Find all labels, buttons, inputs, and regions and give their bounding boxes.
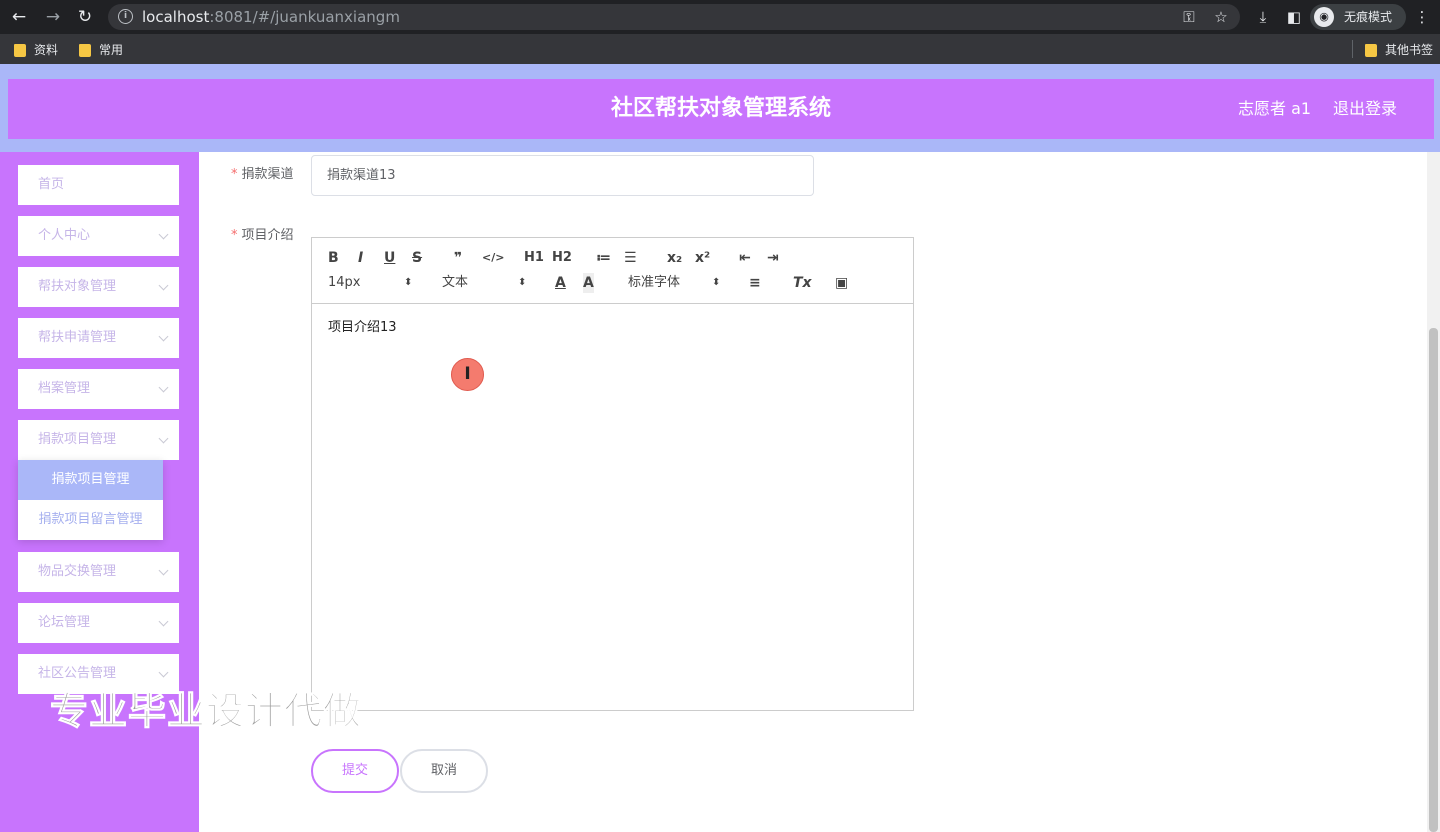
intro-label: * 项目介绍 bbox=[231, 228, 294, 243]
indent-icon[interactable]: ⇥ bbox=[767, 248, 779, 268]
menu-dots-icon[interactable]: ⋮ bbox=[1411, 6, 1433, 28]
address-bar[interactable]: i localhost:8081/#/juankuanxiangm bbox=[108, 4, 1240, 30]
bookmark-folder[interactable]: 常用 bbox=[79, 41, 123, 59]
logout-link[interactable]: 退出登录 bbox=[1333, 79, 1397, 139]
cancel-button[interactable]: 取消 bbox=[400, 749, 488, 793]
bullet-list-icon[interactable]: ☰ bbox=[624, 248, 637, 268]
reload-icon[interactable]: ↻ bbox=[74, 6, 96, 28]
text-cursor-indicator: I bbox=[451, 358, 484, 391]
editor-toolbar: B I U S ❞ </> H1 H2 ≔ ☰ x₂ x² ⇤ ⇥ 14px ⬍… bbox=[312, 238, 913, 304]
incognito-badge[interactable]: ◉ 无痕模式 bbox=[1310, 4, 1406, 30]
forward-icon[interactable]: → bbox=[42, 6, 64, 28]
chevron-down-icon bbox=[158, 280, 169, 291]
align-icon[interactable]: ≡ bbox=[749, 273, 761, 293]
url-host: localhost bbox=[142, 8, 210, 26]
select-arrow-icon: ⬍ bbox=[712, 277, 721, 288]
chevron-down-icon bbox=[158, 229, 169, 240]
select-arrow-icon: ⬍ bbox=[404, 277, 413, 288]
h1-icon[interactable]: H1 bbox=[524, 248, 544, 268]
sidebar-item-home[interactable]: 首页 bbox=[18, 165, 179, 205]
bookmark-divider bbox=[1352, 40, 1353, 58]
incognito-icon: ◉ bbox=[1314, 7, 1334, 27]
sidebar-item-personal[interactable]: 个人中心 bbox=[18, 216, 179, 256]
incognito-label: 无痕模式 bbox=[1344, 10, 1393, 24]
donation-submenu: 捐款项目管理 捐款项目留言管理 bbox=[18, 460, 163, 540]
chevron-down-icon bbox=[158, 382, 169, 393]
editor-content[interactable]: 项目介绍13 bbox=[328, 316, 397, 335]
text-color-icon[interactable]: A bbox=[555, 273, 566, 293]
download-icon[interactable]: ⤓ bbox=[1252, 6, 1274, 28]
background-color-icon[interactable]: A bbox=[583, 273, 594, 293]
chevron-down-icon bbox=[158, 667, 169, 678]
subscript-icon[interactable]: x₂ bbox=[667, 248, 682, 268]
sidebar-item-archives[interactable]: 档案管理 bbox=[18, 369, 179, 409]
italic-icon[interactable]: I bbox=[358, 248, 363, 268]
page-title: 社区帮扶对象管理系统 bbox=[610, 96, 831, 121]
watermark-text: 专业毕业设计代做 bbox=[49, 689, 363, 734]
sidebar-item-donation-projects[interactable]: 捐款项目管理 bbox=[18, 420, 179, 460]
folder-icon bbox=[14, 44, 26, 57]
i-beam-cursor-icon: I bbox=[464, 364, 471, 384]
folder-icon bbox=[79, 44, 91, 57]
blockquote-icon[interactable]: ❞ bbox=[454, 248, 462, 268]
side-panel-icon[interactable]: ◧ bbox=[1283, 6, 1305, 28]
submit-button[interactable]: 提交 bbox=[311, 749, 399, 793]
current-user: 志愿者 a1 bbox=[1238, 99, 1312, 118]
sidebar-item-aid-requests[interactable]: 帮扶申请管理 bbox=[18, 318, 179, 358]
sidebar-item-aid-targets[interactable]: 帮扶对象管理 bbox=[18, 267, 179, 307]
submenu-donation-comments[interactable]: 捐款项目留言管理 bbox=[18, 500, 163, 540]
rich-text-editor: B I U S ❞ </> H1 H2 ≔ ☰ x₂ x² ⇤ ⇥ 14px ⬍… bbox=[311, 237, 914, 711]
font-size-select[interactable]: 14px bbox=[328, 273, 361, 293]
chevron-down-icon bbox=[158, 331, 169, 342]
outdent-icon[interactable]: ⇤ bbox=[739, 248, 751, 268]
ordered-list-icon[interactable]: ≔ bbox=[596, 248, 611, 268]
other-bookmarks[interactable]: 其他书签 bbox=[1365, 41, 1433, 59]
scroll-thumb[interactable] bbox=[1429, 328, 1438, 832]
image-icon[interactable]: ▣ bbox=[835, 273, 848, 293]
h2-icon[interactable]: H2 bbox=[552, 248, 572, 268]
back-icon[interactable]: ← bbox=[8, 6, 30, 28]
chevron-down-icon bbox=[158, 433, 169, 444]
chevron-down-icon bbox=[158, 565, 169, 576]
url-path: :8081/#/juankuanxiangm bbox=[209, 8, 400, 26]
chevron-down-icon bbox=[158, 616, 169, 627]
channel-input[interactable]: 捐款渠道13 bbox=[311, 155, 814, 196]
page-scrollbar[interactable] bbox=[1427, 152, 1440, 832]
header-select[interactable]: 文本 bbox=[442, 273, 468, 293]
channel-label: * 捐款渠道 bbox=[231, 167, 294, 182]
font-family-select[interactable]: 标准字体 bbox=[628, 273, 680, 293]
site-info-icon[interactable]: i bbox=[118, 9, 133, 24]
browser-tab-bar: ← → ↻ i localhost:8081/#/juankuanxiangm … bbox=[0, 0, 1440, 34]
clear-format-icon[interactable]: Tx bbox=[793, 273, 812, 293]
submenu-donation-projects[interactable]: 捐款项目管理 bbox=[18, 460, 163, 500]
select-arrow-icon: ⬍ bbox=[518, 277, 527, 288]
code-icon[interactable]: </> bbox=[482, 248, 504, 268]
app-header: 社区帮扶对象管理系统 志愿者 a1 退出登录 bbox=[8, 79, 1434, 139]
key-icon[interactable]: ⚿ bbox=[1178, 6, 1200, 28]
sidebar-item-item-exchange[interactable]: 物品交换管理 bbox=[18, 552, 179, 592]
bold-icon[interactable]: B bbox=[328, 248, 339, 268]
bookmarks-bar: 资料 常用 其他书签 bbox=[0, 34, 1440, 64]
star-icon[interactable]: ☆ bbox=[1210, 6, 1232, 28]
strike-icon[interactable]: S bbox=[412, 248, 422, 268]
bookmark-folder[interactable]: 资料 bbox=[14, 41, 58, 59]
superscript-icon[interactable]: x² bbox=[695, 248, 710, 268]
underline-icon[interactable]: U bbox=[384, 248, 395, 268]
folder-icon bbox=[1365, 44, 1377, 57]
sidebar-item-forum[interactable]: 论坛管理 bbox=[18, 603, 179, 643]
